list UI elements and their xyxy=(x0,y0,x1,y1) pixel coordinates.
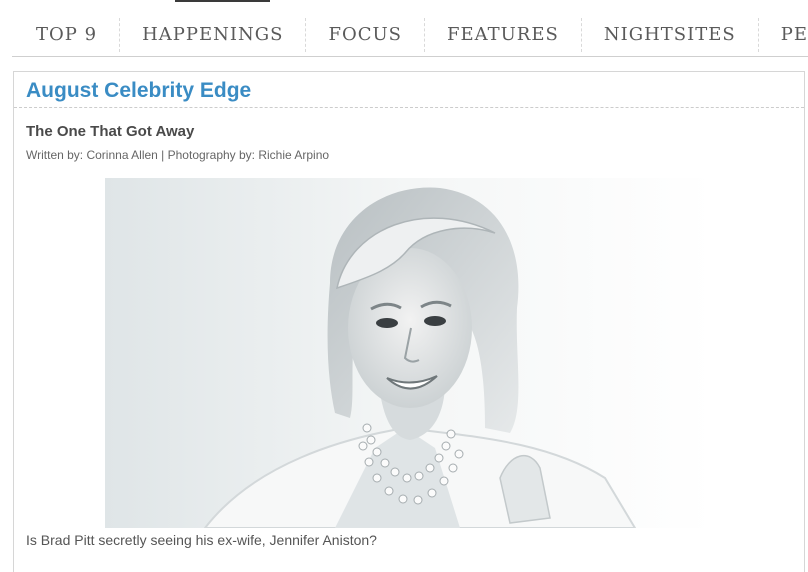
nav-item-happenings[interactable]: HAPPENINGS xyxy=(120,18,307,52)
top-bar xyxy=(0,0,808,3)
photo-caption: Is Brad Pitt secretly seeing his ex-wife… xyxy=(26,532,377,548)
top-bar-accent xyxy=(175,0,270,2)
nav-item-focus[interactable]: FOCUS xyxy=(306,18,425,52)
main-nav: TOP 9 HAPPENINGS FOCUS FEATURES NIGHTSIT… xyxy=(12,14,808,57)
article-panel: August Celebrity Edge The One That Got A… xyxy=(13,71,805,572)
nav-item-top9[interactable]: TOP 9 xyxy=(12,18,121,52)
section-title: August Celebrity Edge xyxy=(26,79,252,102)
title-divider xyxy=(14,107,804,108)
nav-item-nightsites[interactable]: NIGHTSITES xyxy=(582,18,759,52)
article-photo xyxy=(105,178,713,528)
nav-item-truncated[interactable]: PE xyxy=(759,18,808,52)
nav-item-features[interactable]: FEATURES xyxy=(425,18,582,52)
article-title[interactable]: The One That Got Away xyxy=(26,123,194,140)
article-byline: Written by: Corinna Allen | Photography … xyxy=(26,148,330,162)
portrait-illustration xyxy=(105,178,713,528)
